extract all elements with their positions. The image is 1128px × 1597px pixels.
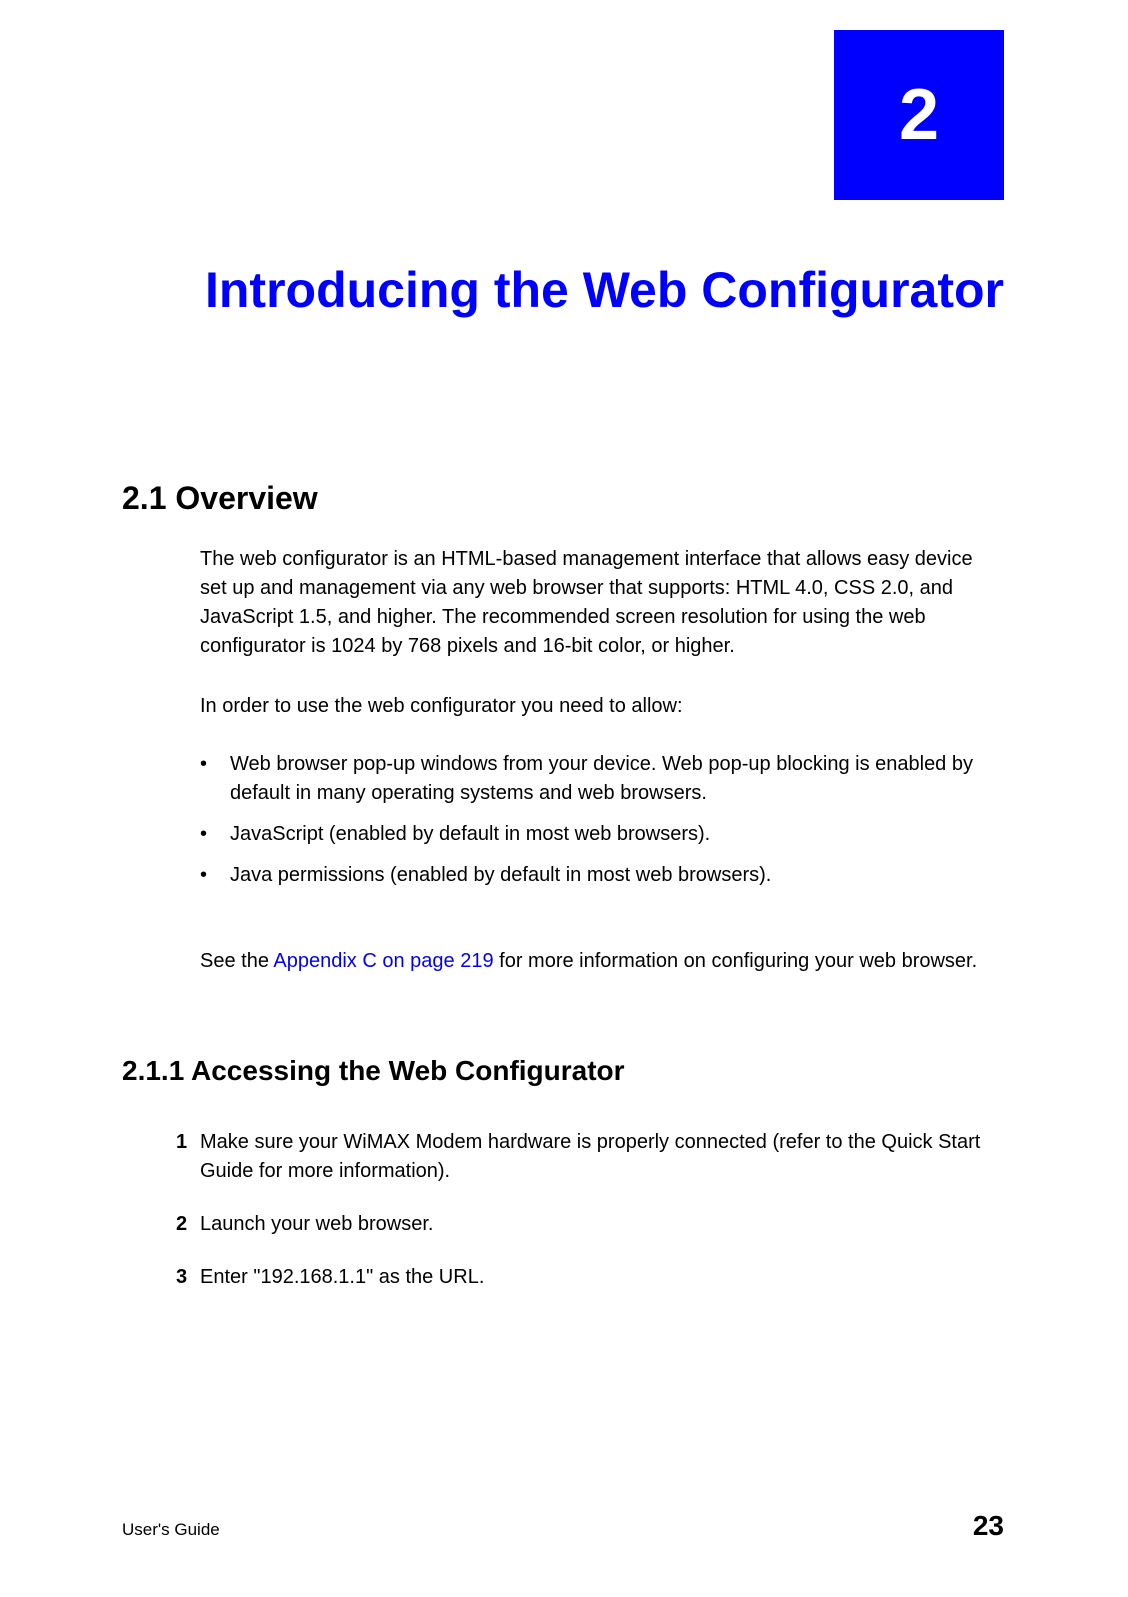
subsection-heading-accessing: 2.1.1 Accessing the Web Configurator (122, 1055, 625, 1087)
section-heading-overview: 2.1 Overview (122, 480, 318, 517)
bullet-item: • Web browser pop-up windows from your d… (200, 750, 998, 808)
appendix-link[interactable]: Appendix C on page 219 (273, 950, 493, 972)
step-item: 3 Enter "192.168.1.1" as the URL. (200, 1263, 998, 1292)
requirements-bullet-list: • Web browser pop-up windows from your d… (200, 750, 998, 902)
chapter-tab: 2 (834, 30, 1004, 200)
bullet-marker: • (200, 820, 230, 849)
footer-guide-label: User's Guide (122, 1520, 220, 1540)
step-text: Enter "192.168.1.1" as the URL. (200, 1263, 998, 1292)
page-footer: User's Guide 23 (122, 1510, 1004, 1542)
step-number: 2 (176, 1210, 200, 1239)
bullet-item: • Java permissions (enabled by default i… (200, 861, 998, 890)
bullet-marker: • (200, 861, 230, 890)
footer-page-number: 23 (973, 1510, 1004, 1542)
step-number: 1 (176, 1128, 200, 1186)
para3-post: for more information on configuring your… (494, 950, 978, 972)
overview-paragraph-2: In order to use the web configurator you… (200, 692, 998, 721)
bullet-item: • JavaScript (enabled by default in most… (200, 820, 998, 849)
accessing-steps-list: 1 Make sure your WiMAX Modem hardware is… (200, 1128, 998, 1316)
overview-paragraph-3: See the Appendix C on page 219 for more … (200, 947, 998, 976)
bullet-marker: • (200, 750, 230, 808)
overview-paragraph-1: The web configurator is an HTML-based ma… (200, 545, 998, 661)
step-text: Launch your web browser. (200, 1210, 998, 1239)
step-item: 2 Launch your web browser. (200, 1210, 998, 1239)
para3-pre: See the (200, 950, 273, 972)
chapter-number: 2 (899, 74, 939, 156)
step-text: Make sure your WiMAX Modem hardware is p… (200, 1128, 998, 1186)
bullet-text: Java permissions (enabled by default in … (230, 861, 998, 890)
step-item: 1 Make sure your WiMAX Modem hardware is… (200, 1128, 998, 1186)
bullet-text: Web browser pop-up windows from your dev… (230, 750, 998, 808)
chapter-title: Introducing the Web Configurator (140, 260, 1004, 320)
step-number: 3 (176, 1263, 200, 1292)
bullet-text: JavaScript (enabled by default in most w… (230, 820, 998, 849)
chapter-label: CHAPTER (725, 175, 818, 196)
